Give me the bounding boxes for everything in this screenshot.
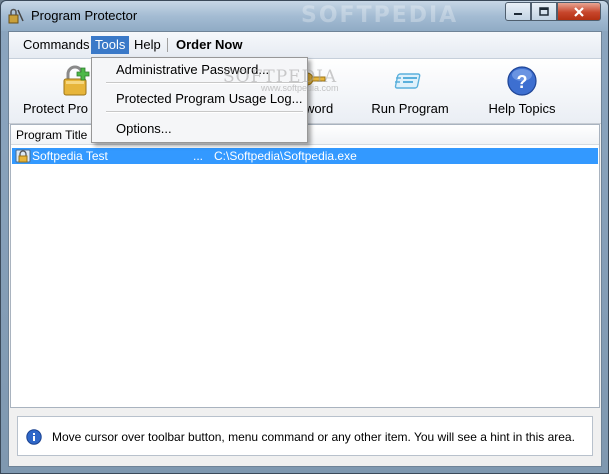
svg-text:?: ? xyxy=(517,72,528,92)
program-list[interactable]: Program Title Softpedia Test ... C:\Soft… xyxy=(10,124,600,408)
maximize-button[interactable] xyxy=(531,2,557,21)
title-bar[interactable]: Program Protector SOFTPEDIA xyxy=(1,1,608,31)
close-button[interactable] xyxy=(557,2,601,21)
menu-separator xyxy=(106,111,303,113)
app-window: Program Protector SOFTPEDIA Commands Too… xyxy=(0,0,609,474)
program-title-cell: Softpedia Test xyxy=(32,149,108,163)
softpedia-watermark-url: www.softpedia.com xyxy=(261,83,339,93)
run-program-label: Run Program xyxy=(371,101,449,116)
run-program-button[interactable]: Run Program xyxy=(369,63,451,119)
run-program-icon xyxy=(394,73,421,89)
help-topics-button[interactable]: ? Help Topics xyxy=(481,63,563,119)
close-icon xyxy=(574,6,584,17)
help-topics-label: Help Topics xyxy=(488,101,556,116)
menu-separator xyxy=(167,38,168,52)
menu-commands[interactable]: Commands xyxy=(19,36,93,54)
minimize-icon xyxy=(514,12,522,15)
app-icon xyxy=(8,8,24,24)
ellipsis-cell[interactable]: ... xyxy=(193,149,203,163)
menu-order-now[interactable]: Order Now xyxy=(172,36,246,54)
menu-bar: Commands Tools Help Order Now xyxy=(9,32,601,59)
hint-panel: Move cursor over toolbar button, menu co… xyxy=(17,416,593,456)
menu-help[interactable]: Help xyxy=(130,36,165,54)
column-program-title[interactable]: Program Title xyxy=(16,128,87,142)
maximize-icon xyxy=(539,7,549,16)
program-path-cell: C:\Softpedia\Softpedia.exe xyxy=(214,149,357,163)
menu-item-usage-log[interactable]: Protected Program Usage Log... xyxy=(116,91,302,106)
menu-tools[interactable]: Tools xyxy=(91,36,130,54)
softpedia-watermark: SOFTPEDIA xyxy=(301,3,459,28)
minimize-button[interactable] xyxy=(505,2,531,21)
help-icon: ? xyxy=(507,66,537,96)
protected-program-icon xyxy=(15,149,31,163)
hint-text: Move cursor over toolbar button, menu co… xyxy=(52,430,575,444)
menu-item-options[interactable]: Options... xyxy=(116,121,172,136)
padlock-add-icon xyxy=(63,65,90,96)
list-item[interactable]: Softpedia Test ... C:\Softpedia\Softpedi… xyxy=(12,148,598,164)
window-title: Program Protector xyxy=(31,8,138,23)
info-icon xyxy=(26,429,42,445)
protect-program-label: Protect Pro xyxy=(23,101,89,116)
protect-program-button[interactable]: Protect Pro xyxy=(23,63,93,119)
